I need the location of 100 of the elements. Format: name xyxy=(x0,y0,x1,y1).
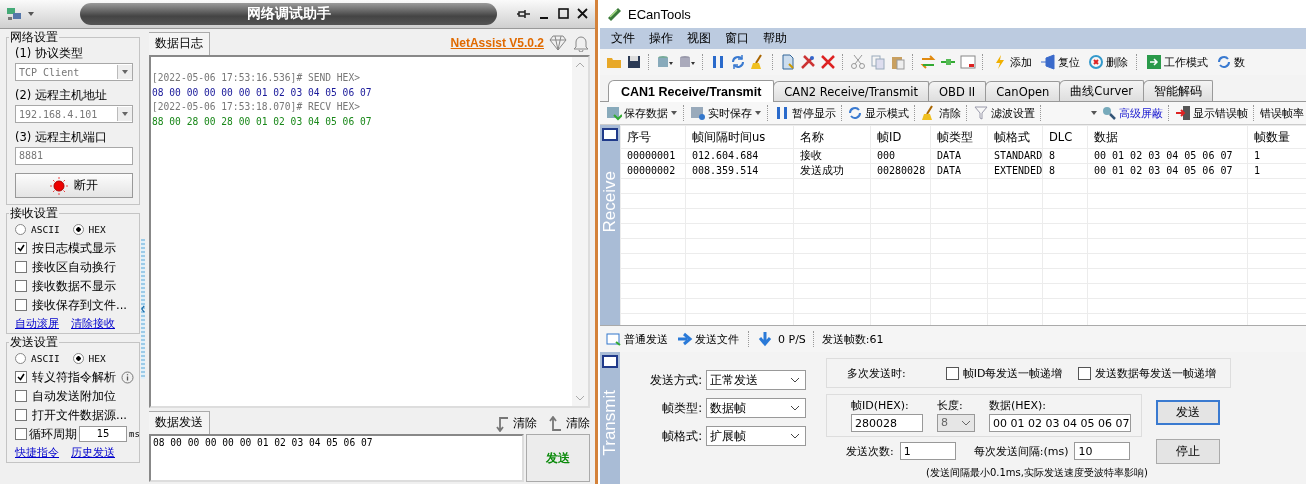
link[interactable]: 高级屏蔽 xyxy=(1099,105,1166,121)
toolbar-button[interactable]: 暂停显示 xyxy=(771,105,838,121)
toolbar-button[interactable]: 删除 xyxy=(1086,54,1130,70)
cut-icon[interactable] xyxy=(850,54,866,70)
column-header[interactable]: 帧数量 xyxy=(1247,125,1306,149)
arrow-down-icon[interactable] xyxy=(757,331,773,347)
toolbar-button[interactable]: 数 xyxy=(1214,54,1247,70)
checkbox[interactable] xyxy=(15,428,27,440)
window-icon[interactable] xyxy=(960,54,976,70)
send-input[interactable]: 08 00 00 00 00 00 01 02 03 04 05 06 07 xyxy=(149,434,524,482)
input-field[interactable]: 1 xyxy=(899,442,956,460)
database-icon[interactable] xyxy=(656,54,674,70)
checkbox[interactable] xyxy=(945,366,959,380)
network-app-icon[interactable] xyxy=(6,6,22,22)
column-header[interactable]: 帧类型 xyxy=(930,125,988,149)
checkbox[interactable] xyxy=(15,390,27,402)
radio-button[interactable] xyxy=(72,352,84,364)
maximize-icon[interactable] xyxy=(556,6,570,22)
link[interactable]: 自动滚屏 xyxy=(15,315,59,331)
input-field[interactable]: 15 xyxy=(79,426,127,442)
disconnect-button[interactable]: 断开 xyxy=(15,173,133,198)
toolbar-button[interactable]: 保存数据 xyxy=(604,105,680,121)
dropdown[interactable]: 扩展帧 xyxy=(706,426,806,446)
dropdown[interactable]: TCP Client xyxy=(15,63,133,81)
column-header[interactable]: 序号 xyxy=(620,125,686,149)
checkbox[interactable] xyxy=(1078,366,1092,380)
info-icon[interactable] xyxy=(121,370,134,384)
menu-item[interactable]: 帮助 xyxy=(756,31,794,46)
toolbar-button[interactable]: 普通发送 xyxy=(604,331,670,347)
toolbar-button[interactable]: 复位 xyxy=(1038,54,1082,70)
radio-button[interactable] xyxy=(72,223,84,235)
link[interactable]: 清除接收 xyxy=(71,315,115,331)
delete-icon[interactable] xyxy=(820,54,836,70)
checkbox-label: 循环周期 xyxy=(29,426,77,442)
tab[interactable]: 曲线Curver xyxy=(1059,80,1144,101)
toolbar-button[interactable]: 显示错误帧 xyxy=(1173,105,1251,121)
toolbar-button[interactable]: 清除 xyxy=(919,105,964,121)
input-field[interactable]: 280028 xyxy=(851,414,923,432)
radio-button[interactable] xyxy=(15,223,26,235)
toolbar-button[interactable]: 错误帧率 xyxy=(1257,105,1306,121)
menu-item[interactable]: 窗口 xyxy=(718,31,756,46)
log-line: 88 00 28 00 28 00 01 02 03 04 05 06 07 xyxy=(152,114,373,129)
tab[interactable]: 智能解码 xyxy=(1143,80,1213,101)
checkbox-label: 自动发送附加位 xyxy=(32,388,116,404)
toolbar-button[interactable]: 发送文件 xyxy=(675,331,741,347)
stop-button[interactable]: 停止 xyxy=(1156,439,1220,464)
diamond-icon[interactable] xyxy=(549,34,567,52)
checkbox[interactable] xyxy=(15,409,27,421)
send-button[interactable]: 发送 xyxy=(1156,400,1220,425)
input-field[interactable]: 8881 xyxy=(15,147,133,165)
column-header[interactable]: 数据 xyxy=(1087,125,1248,149)
save-icon[interactable] xyxy=(626,54,642,70)
link[interactable]: 历史发送 xyxy=(71,444,115,460)
toolbar-button[interactable]: 添加 xyxy=(990,54,1034,70)
paste-icon[interactable] xyxy=(890,54,906,70)
refresh-icon[interactable] xyxy=(730,54,746,70)
menu-item[interactable]: 操作 xyxy=(642,31,680,46)
toolbar-button[interactable]: 显示模式 xyxy=(845,105,912,121)
tab[interactable]: CAN2 Receive/Transmit xyxy=(773,81,929,101)
tab[interactable]: CAN1 Receive/Transmit xyxy=(608,80,775,102)
checkbox[interactable] xyxy=(15,371,27,383)
send-button[interactable]: 发送 xyxy=(526,434,590,482)
database-icon[interactable] xyxy=(678,54,696,70)
pause-icon[interactable] xyxy=(710,54,726,70)
column-header[interactable]: 帧格式 xyxy=(987,125,1043,149)
toolbar-button[interactable]: 滤波设置 xyxy=(970,105,1037,121)
field-label: 帧ID(HEX): xyxy=(851,398,910,413)
dropdown[interactable]: 192.168.4.101 xyxy=(15,105,133,123)
bell-icon[interactable] xyxy=(572,34,590,52)
toolbar-button[interactable]: 工作模式 xyxy=(1144,54,1210,70)
radio-label: ASCII xyxy=(31,352,60,364)
checkbox-label: 转义符指令解析 xyxy=(32,369,116,385)
swap-arrows-icon[interactable] xyxy=(920,54,936,70)
checkbox[interactable] xyxy=(15,280,27,292)
dropdown[interactable]: 数据帧 xyxy=(706,398,806,418)
dropdown[interactable]: 正常发送 xyxy=(706,370,806,390)
link[interactable]: 快捷指令 xyxy=(15,444,59,460)
toolbar-button[interactable]: 实时保存 xyxy=(687,105,764,121)
menu-item[interactable]: 文件 xyxy=(604,31,642,46)
input-field[interactable]: 00 01 02 03 04 05 06 07 xyxy=(989,414,1131,432)
caret-icon[interactable] xyxy=(27,11,35,17)
clear-button[interactable]: 清除 xyxy=(547,415,590,432)
table-cell: 8 xyxy=(1042,148,1088,164)
checkbox[interactable] xyxy=(15,242,27,254)
checkbox[interactable] xyxy=(15,261,27,273)
tab[interactable]: CanOpen xyxy=(985,81,1061,101)
splitter-handle[interactable] xyxy=(140,239,145,379)
tab[interactable]: 数据发送 xyxy=(149,411,210,434)
input-field[interactable]: 10 xyxy=(1074,442,1131,460)
checkbox[interactable] xyxy=(15,299,27,311)
menu-item[interactable]: 视图 xyxy=(680,31,718,46)
radio-button[interactable] xyxy=(15,352,26,364)
column-header[interactable]: 帧间隔时间us xyxy=(685,125,794,149)
document-icon[interactable] xyxy=(780,54,796,70)
tab[interactable]: 数据日志 xyxy=(149,32,210,55)
clear-button[interactable]: 清除 xyxy=(494,415,537,432)
tab[interactable]: OBD II xyxy=(928,81,987,101)
column-header[interactable]: 帧ID xyxy=(870,125,931,149)
column-header[interactable]: 名称 xyxy=(793,125,871,149)
column-header[interactable]: DLC xyxy=(1042,125,1088,149)
